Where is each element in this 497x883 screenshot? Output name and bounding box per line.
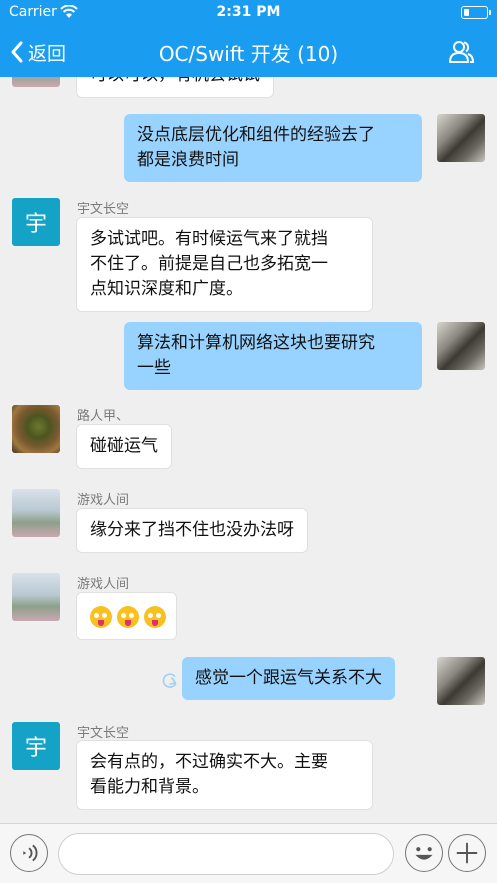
group-members-icon[interactable]: [447, 38, 475, 66]
emoji-icon[interactable]: [405, 834, 443, 872]
sender-name: 宇文长空: [77, 726, 130, 741]
message-bubble[interactable]: [76, 592, 177, 640]
message-bubble[interactable]: 缘分来了挡不住也没办法呀: [76, 508, 308, 553]
sender-name: 游戏人间: [77, 577, 130, 592]
chat-list[interactable]: 可以可以，有机会试试 没点底层优化和组件的经验去了 都是浪费时间 宇 宇文长空 …: [0, 77, 497, 823]
message-bubble[interactable]: 可以可以，有机会试试: [76, 77, 274, 98]
message-bubble-self[interactable]: 感觉一个跟运气关系不大: [182, 657, 395, 700]
avatar[interactable]: [12, 573, 60, 621]
message-bubble[interactable]: 会有点的，不过确实不大。主要 看能力和背景。: [76, 740, 373, 810]
message-bubble-self[interactable]: 没点底层优化和组件的经验去了 都是浪费时间: [124, 114, 422, 182]
status-bar: Carrier 2:31 PM: [0, 0, 497, 26]
message-bubble-self[interactable]: 算法和计算机网络这块也要研究 一些: [124, 322, 422, 390]
avatar[interactable]: [12, 77, 60, 87]
sender-name: 宇文长空: [77, 202, 130, 217]
avatar[interactable]: 宇: [12, 198, 60, 246]
sender-name: 游戏人间: [77, 493, 130, 508]
clock: 2:31 PM: [216, 4, 281, 20]
top-bar: Carrier 2:31 PM 返回 OC/Swift 开发 (10): [0, 0, 497, 77]
message-bubble[interactable]: 碰碰运气: [76, 424, 172, 469]
avatar[interactable]: [12, 405, 60, 453]
message-composer: [0, 823, 497, 883]
message-input[interactable]: [58, 833, 394, 875]
sender-name: 路人甲、: [77, 409, 130, 424]
page-title: OC/Swift 开发 (10): [158, 42, 339, 66]
avatar[interactable]: 宇: [12, 722, 60, 770]
avatar-self[interactable]: [437, 657, 485, 705]
message-bubble[interactable]: 多试试吧。有时候运气来了就挡 不住了。前提是自己也多拓宽一 点知识深度和广度。: [76, 217, 373, 312]
avatar-self[interactable]: [437, 114, 485, 162]
add-icon[interactable]: [448, 834, 486, 872]
crazy-face-emoji-icon: [144, 606, 166, 628]
crazy-face-emoji-icon: [117, 606, 139, 628]
voice-icon[interactable]: [10, 834, 48, 872]
avatar[interactable]: [12, 489, 60, 537]
avatar-self[interactable]: [437, 322, 485, 370]
nav-bar: 返回 OC/Swift 开发 (10): [0, 26, 497, 77]
resend-icon[interactable]: [161, 672, 179, 690]
battery-icon: [461, 6, 491, 19]
crazy-face-emoji-icon: [90, 606, 112, 628]
message-other: 可以可以，有机会试试: [0, 77, 497, 99]
